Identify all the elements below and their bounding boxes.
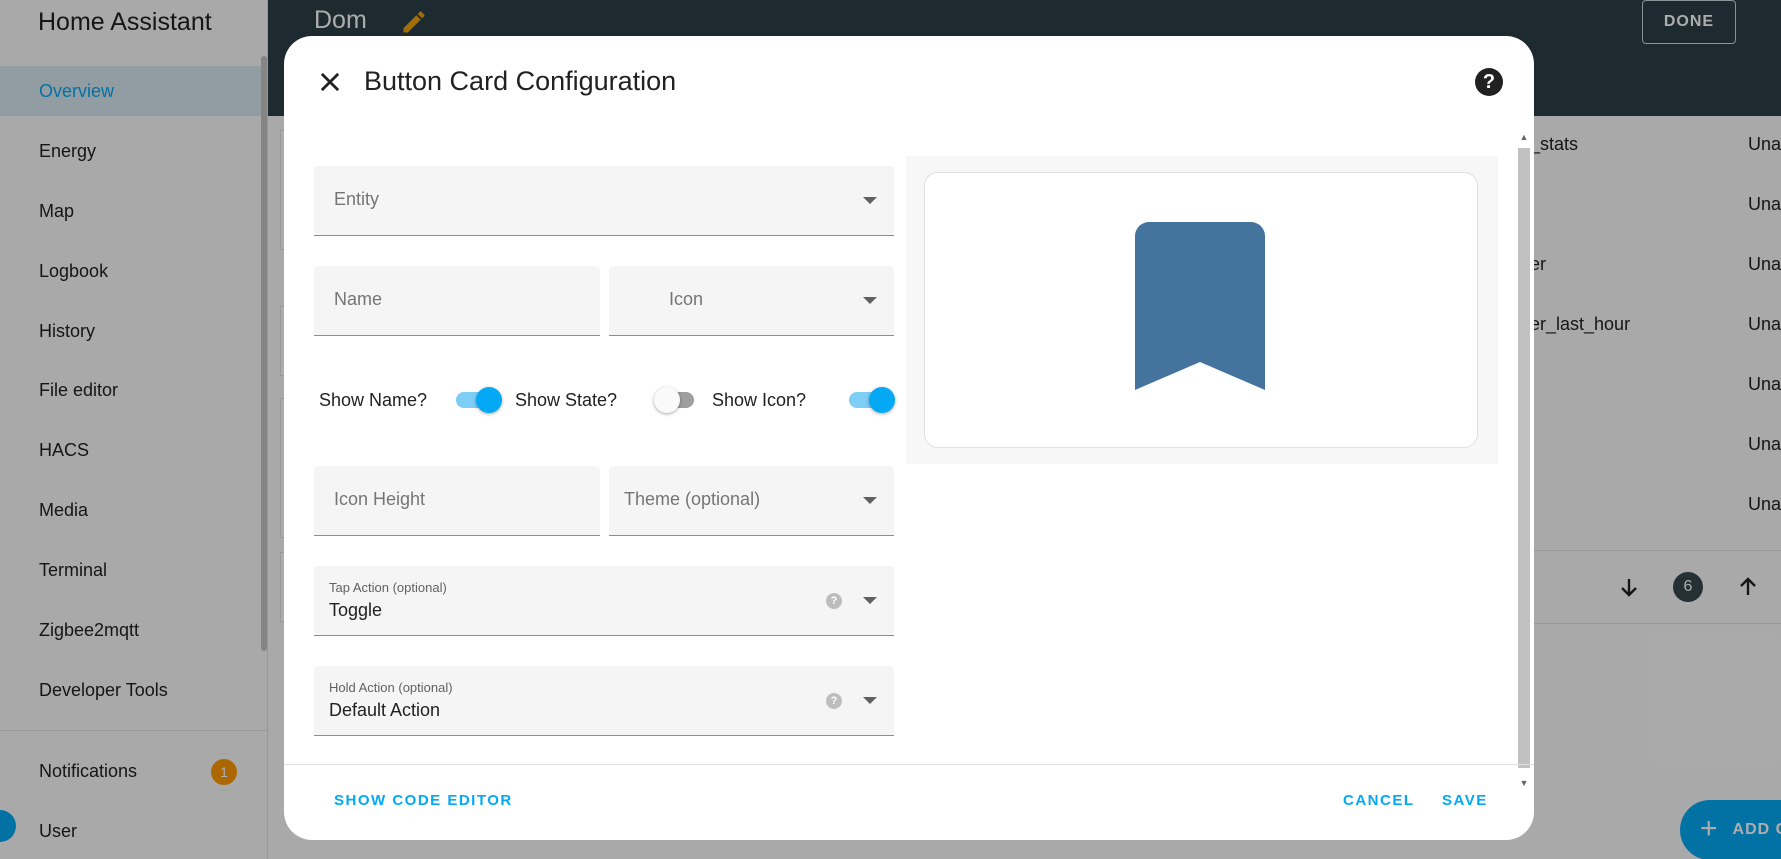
show-state-label: Show State? [515, 390, 618, 410]
entity-field[interactable]: Entity [314, 166, 894, 236]
close-icon[interactable] [316, 68, 344, 96]
dialog-footer-divider [284, 764, 1534, 765]
icon-height-field[interactable]: Icon Height [314, 466, 600, 536]
theme-field[interactable]: Theme (optional) [609, 466, 894, 536]
save-button[interactable]: SAVE [1442, 792, 1488, 809]
chevron-down-icon [863, 597, 877, 604]
chevron-down-icon [863, 697, 877, 704]
chevron-down-icon [863, 497, 877, 504]
card-config-dialog: Button Card Configuration ? Entity Name … [284, 36, 1534, 840]
tap-action-field[interactable]: Tap Action (optional) Toggle ? [314, 566, 894, 636]
theme-label: Theme (optional) [624, 489, 761, 509]
show-name-toggle[interactable] [456, 387, 502, 413]
help-icon[interactable]: ? [1475, 68, 1503, 96]
scroll-down-icon[interactable]: ▼ [1519, 778, 1529, 788]
cancel-button[interactable]: CANCEL [1343, 792, 1415, 809]
icon-label: Icon [669, 289, 704, 309]
chevron-down-icon [863, 197, 877, 204]
hold-action-label: Hold Action (optional) [329, 680, 453, 695]
hold-action-value: Default Action [329, 700, 441, 720]
hold-action-field[interactable]: Hold Action (optional) Default Action ? [314, 666, 894, 736]
icon-field[interactable]: Icon [609, 266, 894, 336]
name-label: Name [334, 289, 383, 309]
icon-height-label: Icon Height [334, 489, 426, 509]
tap-action-value: Toggle [329, 600, 383, 620]
show-icon-toggle[interactable] [849, 387, 895, 413]
help-circle-icon[interactable]: ? [826, 693, 842, 709]
show-state-toggle[interactable] [654, 387, 694, 413]
dialog-scrollbar-thumb[interactable] [1518, 148, 1530, 768]
help-circle-icon[interactable]: ? [826, 593, 842, 609]
tap-action-label: Tap Action (optional) [329, 580, 447, 595]
scroll-up-icon[interactable]: ▲ [1519, 132, 1529, 142]
name-field[interactable]: Name [314, 266, 600, 336]
show-code-editor-button[interactable]: SHOW CODE EDITOR [334, 792, 513, 809]
entity-label: Entity [334, 189, 380, 209]
show-name-label: Show Name? [319, 390, 428, 410]
dialog-title: Button Card Configuration [364, 66, 677, 96]
chevron-down-icon [863, 297, 877, 304]
show-icon-label: Show Icon? [712, 390, 807, 410]
bookmark-icon [1135, 222, 1265, 390]
